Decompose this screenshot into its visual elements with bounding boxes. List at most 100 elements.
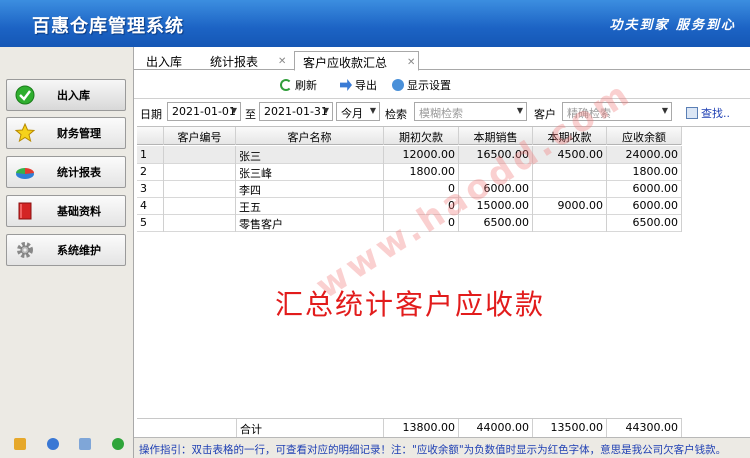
sidebar-item-label: 统计报表 — [57, 166, 101, 179]
date-to-picker[interactable]: 2021-01-31 ▼ — [259, 102, 333, 121]
status-bar: 操作指引：双击表格的一行，可查看对应的明细记录！注："应收余额"为负数值时显示为… — [134, 437, 750, 458]
chevron-down-icon: ▼ — [661, 106, 668, 115]
date-to-value: 2021-01-31 — [264, 105, 328, 118]
sidebar-bottom-icons — [14, 438, 124, 450]
tab-inout[interactable]: 出入库 — [146, 51, 206, 70]
sidebar-item-label: 系统维护 — [57, 244, 101, 257]
sidebar: 出入库 财务管理 统计报表 基础资料 系统维护 — [0, 47, 134, 458]
clock-icon[interactable] — [46, 438, 59, 450]
close-icon[interactable]: ✕ — [278, 56, 286, 67]
chevron-down-icon: ▼ — [516, 106, 523, 115]
star-icon — [15, 123, 35, 143]
cell-balance: 1800.00 — [607, 163, 682, 181]
cell-index: 2 — [137, 163, 164, 181]
app-title: 百惠仓库管理系统 — [32, 16, 184, 37]
settings-icon — [392, 79, 404, 91]
cell-name: 零售客户 — [236, 214, 384, 232]
export-label: 导出 — [355, 79, 377, 92]
display-settings-label: 显示设置 — [407, 79, 451, 92]
table-row[interactable]: 1 张三 12000.00 16500.00 4500.00 24000.00 — [137, 146, 682, 164]
book-icon — [15, 201, 35, 221]
cell-received: 9000.00 — [533, 197, 607, 215]
refresh-icon — [280, 79, 292, 91]
cell-id — [164, 214, 236, 232]
total-row: 合计 13800.00 44000.00 13500.00 44300.00 — [137, 418, 682, 437]
total-balance: 44300.00 — [607, 419, 682, 437]
total-opening: 13800.00 — [384, 419, 459, 437]
column-header[interactable]: 应收余额 — [607, 127, 682, 145]
sidebar-item-label: 基础资料 — [57, 205, 101, 218]
sidebar-item-label: 财务管理 — [57, 127, 101, 140]
cell-index: 3 — [137, 180, 164, 198]
cell-name: 李四 — [236, 180, 384, 198]
search-placeholder: 模糊检索 — [419, 107, 463, 120]
cell-id — [164, 197, 236, 215]
close-icon[interactable]: ✕ — [407, 57, 415, 68]
tab-bar: 出入库 统计报表 ✕ 客户应收款汇总 ✕ — [134, 47, 750, 71]
sidebar-item-inout[interactable]: 出入库 — [6, 79, 126, 111]
overlay-caption: 汇总统计客户应收款 — [275, 288, 546, 321]
date-from-picker[interactable]: 2021-01-01 ▼ — [167, 102, 241, 121]
period-select[interactable]: 今月 ▼ — [336, 102, 380, 121]
gear-icon — [15, 240, 35, 260]
search-icon[interactable] — [79, 438, 92, 450]
column-header[interactable]: 客户名称 — [236, 127, 384, 145]
tab-label: 客户应收款汇总 — [303, 56, 388, 70]
refresh-button[interactable]: 刷新 — [280, 77, 317, 93]
tab-reports[interactable]: 统计报表 ✕ — [210, 51, 292, 70]
find-button[interactable]: 查找.. — [686, 105, 730, 121]
cell-sales: 6500.00 — [459, 214, 533, 232]
total-sales: 44000.00 — [459, 419, 533, 437]
sidebar-item-maintenance[interactable]: 系统维护 — [6, 234, 126, 266]
check-circle-icon — [15, 85, 35, 105]
total-label: 合计 — [236, 419, 384, 437]
find-label: 查找.. — [701, 107, 730, 120]
cell-balance: 6000.00 — [607, 180, 682, 198]
to-label: 至 — [245, 108, 256, 121]
sidebar-item-label: 出入库 — [57, 89, 90, 102]
date-label: 日期 — [140, 108, 162, 121]
export-button[interactable]: 导出 — [340, 77, 377, 93]
column-header[interactable]: 客户编号 — [164, 127, 236, 145]
search-input[interactable]: 模糊检索 ▼ — [414, 102, 527, 121]
find-icon — [686, 107, 698, 119]
cell-index: 5 — [137, 214, 164, 232]
row-index-header — [137, 127, 164, 145]
sidebar-item-basics[interactable]: 基础资料 — [6, 195, 126, 227]
cell-name: 张三峰 — [236, 163, 384, 181]
sidebar-item-finance[interactable]: 财务管理 — [6, 117, 126, 149]
back-icon[interactable] — [111, 438, 124, 450]
cell-name: 王五 — [236, 197, 384, 215]
cell-balance: 24000.00 — [607, 146, 682, 164]
table-row[interactable]: 3 李四 0 6000.00 6000.00 — [137, 180, 682, 198]
chevron-down-icon: ▼ — [230, 106, 237, 115]
date-from-value: 2021-01-01 — [172, 105, 236, 118]
cell-id — [164, 180, 236, 198]
period-value: 今月 — [341, 107, 363, 120]
cell-received — [533, 180, 607, 198]
cell-id — [164, 163, 236, 181]
refresh-label: 刷新 — [295, 79, 317, 92]
chevron-down-icon: ▼ — [322, 106, 329, 115]
tab-label: 统计报表 — [210, 55, 259, 69]
sidebar-item-reports[interactable]: 统计报表 — [6, 156, 126, 188]
data-grid[interactable]: 客户编号 客户名称 期初欠款 本期销售 本期收款 应收余额 1 张三 12000.0… — [137, 126, 750, 436]
export-icon — [340, 79, 352, 91]
total-received: 13500.00 — [533, 419, 607, 437]
cell-id — [164, 146, 236, 164]
folder-icon[interactable] — [14, 438, 26, 450]
filter-bar: 日期 2021-01-01 ▼ 至 2021-01-31 ▼ 今月 ▼ 检索 模糊检索… — [134, 98, 750, 124]
display-settings-button[interactable]: 显示设置 — [392, 77, 451, 93]
column-header[interactable]: 期初欠款 — [384, 127, 459, 145]
cell-balance: 6500.00 — [607, 214, 682, 232]
table-row[interactable]: 2 张三峰 1800.00 1800.00 — [137, 163, 682, 181]
cell-opening: 12000.00 — [384, 146, 459, 164]
search-label: 检索 — [385, 108, 407, 121]
cell-balance: 6000.00 — [607, 197, 682, 215]
cell-index: 4 — [137, 197, 164, 215]
cell-index: 1 — [137, 146, 164, 164]
cell-received — [533, 214, 607, 232]
pie-chart-icon — [15, 162, 35, 182]
tab-receivable-summary[interactable]: 客户应收款汇总 ✕ — [294, 51, 419, 71]
cell-opening: 1800.00 — [384, 163, 459, 181]
